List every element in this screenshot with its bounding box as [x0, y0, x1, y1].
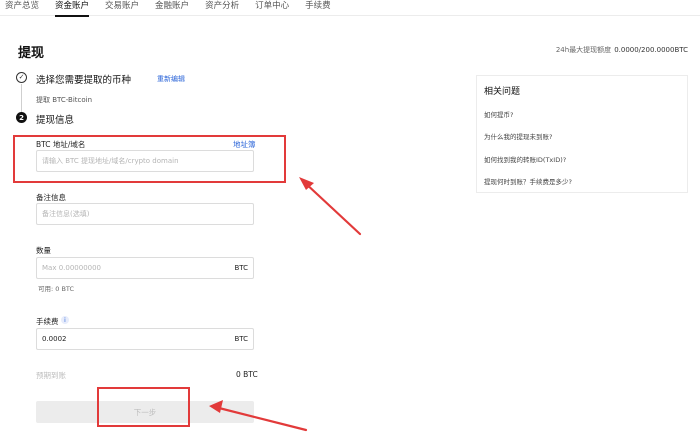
memo-label: 备注信息	[36, 193, 66, 202]
amount-unit: BTC	[234, 264, 248, 272]
daily-limit: 24h最大提现额度 0.0000/200.0000BTC	[556, 45, 688, 55]
tab-trading-account[interactable]: 交易账户	[105, 0, 139, 16]
reedit-link[interactable]: 重新编辑	[157, 74, 185, 84]
page-title: 提现	[18, 46, 45, 61]
expected-value: 0 BTC	[236, 370, 258, 379]
step2-number: 2	[16, 112, 27, 123]
amount-label: 数量	[36, 246, 51, 255]
step-connector	[21, 84, 22, 112]
annotation-box-next	[97, 387, 190, 427]
selected-coin: 提取 BTC-Bitcoin	[36, 96, 93, 104]
tab-asset-overview[interactable]: 资产总览	[5, 0, 39, 16]
tab-asset-analysis[interactable]: 资产分析	[205, 0, 239, 16]
tab-fees[interactable]: 手续费	[305, 0, 331, 16]
fee-unit: BTC	[234, 335, 248, 343]
available-balance: 可用: 0 BTC	[38, 285, 75, 293]
tab-funding-account[interactable]: 资金账户	[55, 0, 90, 17]
amount-input[interactable]: Max 0.00000000 BTC	[36, 257, 254, 279]
step-complete-check-icon: ✓	[16, 72, 27, 83]
faq-panel: 相关问题 如何提币? 为什么我的提现未到账? 如何找到我的转账ID(TxID)?…	[476, 75, 688, 193]
fee-value: 0.0002	[42, 335, 67, 343]
daily-limit-label: 24h最大提现额度	[555, 46, 612, 54]
fee-label: 手续费	[36, 317, 59, 326]
faq-title: 相关问题	[484, 87, 521, 97]
annotation-box-address	[13, 135, 286, 183]
faq-item[interactable]: 提现何时到账？手续费是多少?	[484, 176, 572, 186]
faq-item[interactable]: 为什么我的提现未到账?	[484, 131, 552, 141]
daily-limit-value: 0.0000/200.0000BTC	[614, 46, 688, 54]
fee-field: 0.0002 BTC	[36, 328, 254, 350]
step2-title: 提现信息	[36, 115, 75, 126]
memo-input[interactable]: 备注信息(选填)	[36, 203, 254, 225]
tab-order-center[interactable]: 订单中心	[255, 0, 289, 16]
info-icon[interactable]: i	[61, 316, 69, 324]
faq-item[interactable]: 如何提币?	[484, 109, 513, 119]
step1-title: 选择您需要提取的币种	[36, 75, 132, 86]
memo-placeholder: 备注信息(选填)	[42, 210, 90, 218]
expected-label: 预期到账	[36, 371, 66, 380]
faq-item[interactable]: 如何找到我的转账ID(TxID)?	[484, 154, 566, 164]
account-nav: 资产总览 资金账户 交易账户 金融账户 资产分析 订单中心 手续费	[0, 0, 700, 17]
amount-placeholder: Max 0.00000000	[42, 264, 102, 272]
annotation-arrow-address	[299, 177, 362, 236]
tab-finance-account[interactable]: 金融账户	[155, 0, 189, 16]
